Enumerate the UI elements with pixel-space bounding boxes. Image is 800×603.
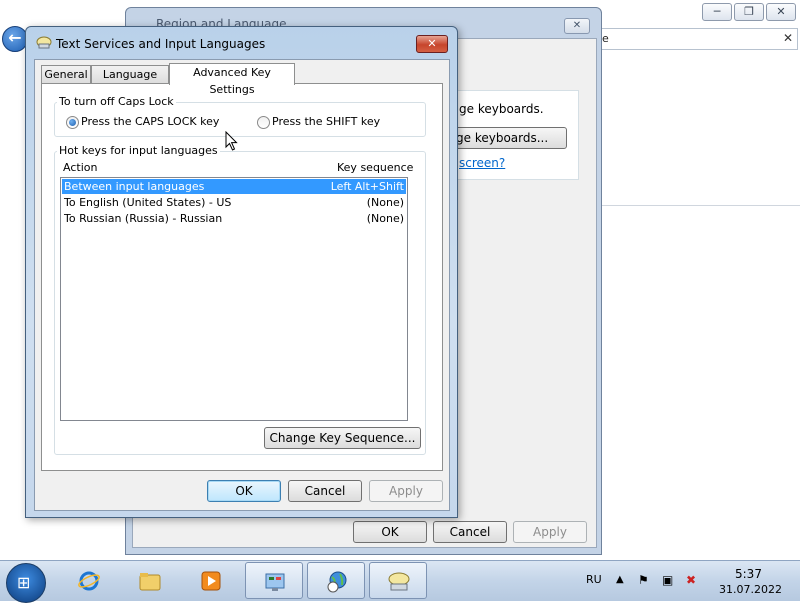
taskbar-region-language[interactable] — [307, 562, 365, 599]
list-item[interactable]: To Russian (Russia) - Russian (None) — [62, 211, 406, 226]
shift-key-label[interactable]: Press the SHIFT key — [272, 115, 380, 128]
region-cancel-button[interactable]: Cancel — [433, 521, 507, 543]
key-sequence-column-header: Key sequence — [337, 161, 414, 174]
text-services-dialog: Text Services and Input Languages ✕ Gene… — [25, 26, 458, 518]
language-indicator[interactable]: RU — [586, 573, 602, 586]
taskbar: ⊞ RU ▲ ⚑ ▣ ✖ 5:37 31.07.2022 — [0, 560, 800, 603]
list-item[interactable]: Between input languages Left Alt+Shift — [62, 179, 406, 194]
taskbar-control-panel[interactable] — [245, 562, 303, 599]
keyboard-icon — [388, 572, 410, 591]
taskbar-text-services[interactable] — [369, 562, 427, 599]
shift-key-radio[interactable] — [257, 116, 270, 129]
change-key-sequence-button[interactable]: Change Key Sequence... — [264, 427, 421, 449]
hotkey-action: To Russian (Russia) - Russian — [64, 212, 223, 225]
clock-time[interactable]: 5:37 — [735, 567, 762, 581]
taskbar-folder[interactable] — [121, 562, 179, 599]
region-apply-button[interactable]: Apply — [513, 521, 587, 543]
explorer-close-button[interactable]: ✕ — [766, 3, 796, 21]
explorer-minimize-button[interactable]: ─ — [702, 3, 732, 21]
keyboards-description: ge keyboards. — [459, 102, 544, 116]
tab-advanced-key-settings[interactable]: Advanced Key Settings — [169, 63, 295, 96]
clock-date[interactable]: 31.07.2022 — [719, 583, 782, 596]
tab-general[interactable]: General — [41, 65, 91, 84]
show-hidden-icons[interactable]: ▲ — [616, 574, 624, 585]
hotkey-sequence: (None) — [366, 212, 404, 225]
taskbar-media-player[interactable] — [182, 562, 240, 599]
explorer-search-box[interactable]: ge ✕ — [590, 28, 798, 50]
caps-lock-group-label: To turn off Caps Lock — [57, 95, 176, 108]
hotkey-sequence: (None) — [366, 196, 404, 209]
region-close-button[interactable]: ✕ — [564, 18, 590, 34]
dialog-ok-button[interactable]: OK — [207, 480, 281, 502]
close-icon[interactable]: ✕ — [783, 31, 793, 45]
onscreen-keyboard-link[interactable]: screen? — [459, 156, 505, 170]
hotkey-action: To English (United States) - US — [64, 196, 232, 209]
folder-icon — [139, 573, 161, 591]
region-ok-button[interactable]: OK — [353, 521, 427, 543]
taskbar-internet-explorer[interactable] — [60, 562, 118, 599]
caps-lock-key-radio[interactable] — [66, 116, 79, 129]
dialog-body: General Language Bar Advanced Key Settin… — [34, 59, 450, 511]
flag-icon[interactable]: ⚑ — [638, 574, 652, 587]
tab-language-bar[interactable]: Language Bar — [91, 65, 169, 98]
control-panel-icon — [265, 573, 285, 591]
clock-globe-icon — [327, 571, 347, 593]
caps-lock-key-label[interactable]: Press the CAPS LOCK key — [81, 115, 219, 128]
list-item[interactable]: To English (United States) - US (None) — [62, 195, 406, 210]
action-column-header: Action — [63, 161, 98, 174]
network-icon[interactable]: ▣ — [662, 574, 676, 587]
hotkeys-group-label: Hot keys for input languages — [57, 144, 220, 157]
hotkey-action: Between input languages — [64, 180, 205, 193]
internet-explorer-icon — [78, 571, 100, 591]
keyboard-icon — [36, 36, 52, 49]
dialog-cancel-button[interactable]: Cancel — [288, 480, 362, 502]
explorer-maximize-button[interactable]: ❐ — [734, 3, 764, 21]
dialog-title: Text Services and Input Languages — [56, 37, 266, 51]
start-button[interactable]: ⊞ — [6, 563, 46, 603]
windows-logo-icon: ⊞ — [17, 573, 31, 592]
hotkeys-list[interactable]: Between input languages Left Alt+Shift T… — [60, 177, 408, 421]
change-keyboards-button[interactable]: ge keyboards... — [451, 127, 567, 149]
divider — [601, 205, 800, 206]
media-player-icon — [201, 571, 221, 591]
mouse-cursor-icon — [225, 131, 238, 151]
advanced-key-settings-panel: To turn off Caps Lock Press the CAPS LOC… — [41, 83, 443, 471]
dialog-apply-button[interactable]: Apply — [369, 480, 443, 502]
hotkey-sequence: Left Alt+Shift — [330, 180, 404, 193]
dialog-close-button[interactable]: ✕ — [416, 35, 448, 53]
volume-muted-icon[interactable]: ✖ — [686, 574, 700, 587]
